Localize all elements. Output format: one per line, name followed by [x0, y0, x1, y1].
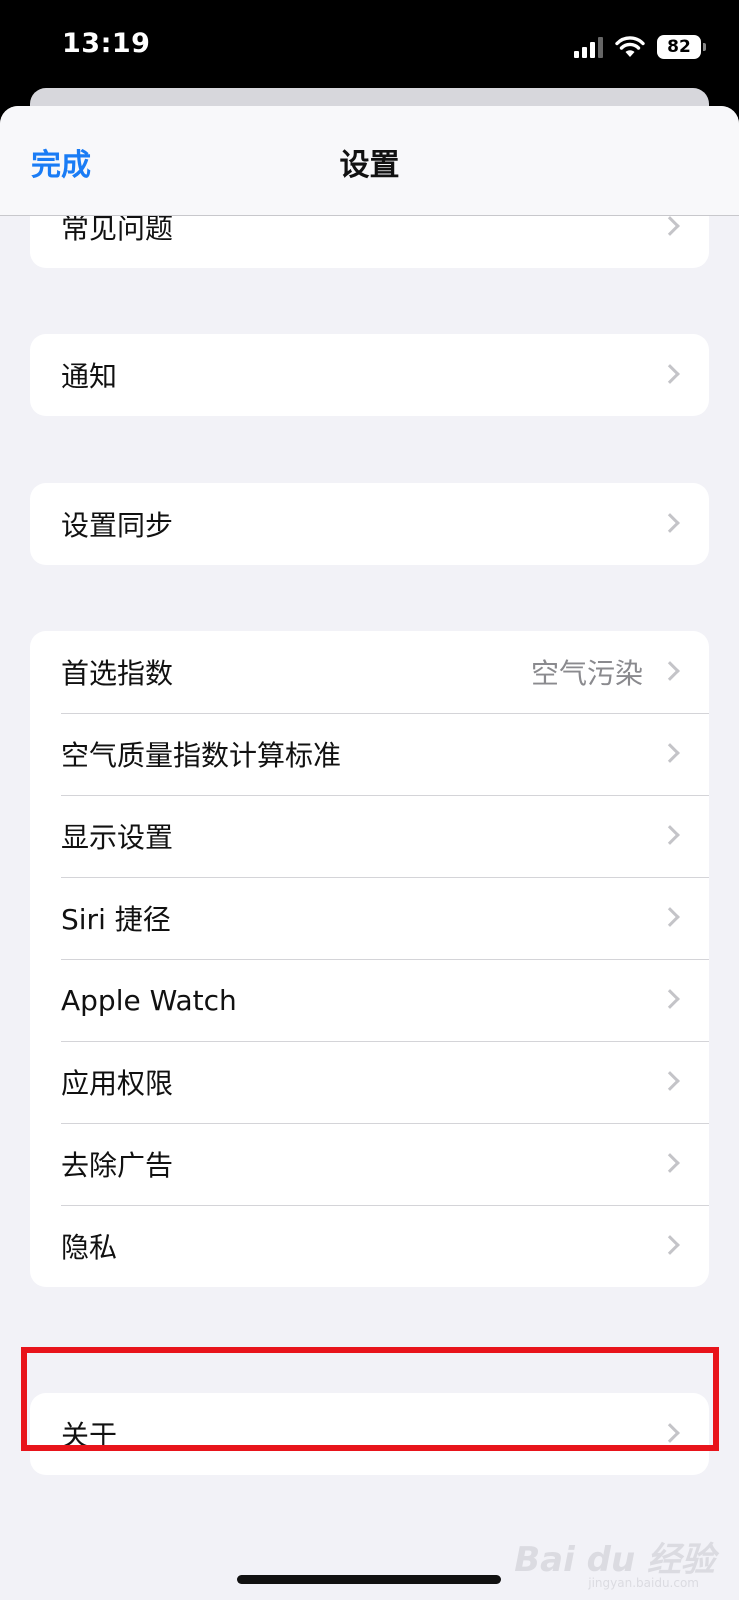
settings-item-label: 应用权限 — [61, 1067, 174, 1100]
chevron-right-icon — [660, 989, 680, 1009]
settings-item-apple-watch[interactable]: Apple Watch — [30, 959, 709, 1041]
chevron-right-icon — [660, 661, 680, 681]
settings-item-aqi-standard[interactable]: 空气质量指数计算标准 — [30, 713, 709, 795]
settings-item-privacy[interactable]: 隐私 — [30, 1205, 709, 1287]
settings-item-preferred-index[interactable]: 首选指数 空气污染 — [30, 631, 709, 713]
settings-group-sync: 设置同步 — [30, 483, 709, 565]
battery-icon: 82 — [657, 35, 706, 59]
settings-item-siri-shortcuts[interactable]: Siri 捷径 — [30, 877, 709, 959]
settings-item-notifications[interactable]: 通知 — [30, 334, 709, 416]
page-title: 设置 — [339, 148, 400, 183]
status-icons: 82 — [574, 30, 706, 64]
watermark-logo: Bai du 经验 — [514, 1540, 715, 1580]
settings-item-label: 去除广告 — [61, 1149, 174, 1182]
settings-group-main: 首选指数 空气污染 空气质量指数计算标准 显示设置 Siri 捷径 Apple … — [30, 631, 709, 1287]
settings-item-label: 空气质量指数计算标准 — [61, 739, 342, 772]
highlight-box — [21, 1347, 719, 1451]
home-indicator[interactable] — [237, 1575, 501, 1584]
settings-item-label: Apple Watch — [61, 983, 237, 1017]
wifi-icon — [615, 36, 645, 57]
settings-item-label: 通知 — [61, 360, 118, 393]
status-time: 13:19 — [62, 28, 151, 59]
settings-group-notifications: 通知 — [30, 334, 709, 416]
status-bar: 13:19 82 — [0, 0, 739, 100]
chevron-right-icon — [660, 743, 680, 763]
nav-bar: 完成 设置 — [0, 106, 739, 216]
settings-item-display[interactable]: 显示设置 — [30, 795, 709, 877]
chevron-right-icon — [660, 907, 680, 927]
settings-item-label: 显示设置 — [61, 821, 174, 854]
settings-item-app-permissions[interactable]: 应用权限 — [30, 1041, 709, 1123]
chevron-right-icon — [660, 1071, 680, 1091]
settings-item-remove-ads[interactable]: 去除广告 — [30, 1123, 709, 1205]
chevron-right-icon — [660, 513, 680, 533]
settings-sheet: 完成 设置 常见问题 通知 设置同步 首选指数 空气污染 空气质量指数计算标准 — [0, 106, 739, 1600]
chevron-right-icon — [660, 1153, 680, 1173]
chevron-right-icon — [660, 216, 680, 236]
watermark-url: jingyan.baidu.com — [588, 1576, 699, 1590]
settings-item-label: 隐私 — [61, 1231, 118, 1264]
settings-item-label: Siri 捷径 — [61, 903, 171, 936]
chevron-right-icon — [660, 825, 680, 845]
settings-item-label: 设置同步 — [61, 509, 174, 542]
chevron-right-icon — [660, 364, 680, 384]
signal-icon — [574, 36, 603, 58]
chevron-right-icon — [660, 1235, 680, 1255]
settings-item-label: 首选指数 — [61, 657, 174, 690]
settings-item-sync[interactable]: 设置同步 — [30, 483, 709, 565]
settings-item-value: 空气污染 — [530, 657, 643, 690]
